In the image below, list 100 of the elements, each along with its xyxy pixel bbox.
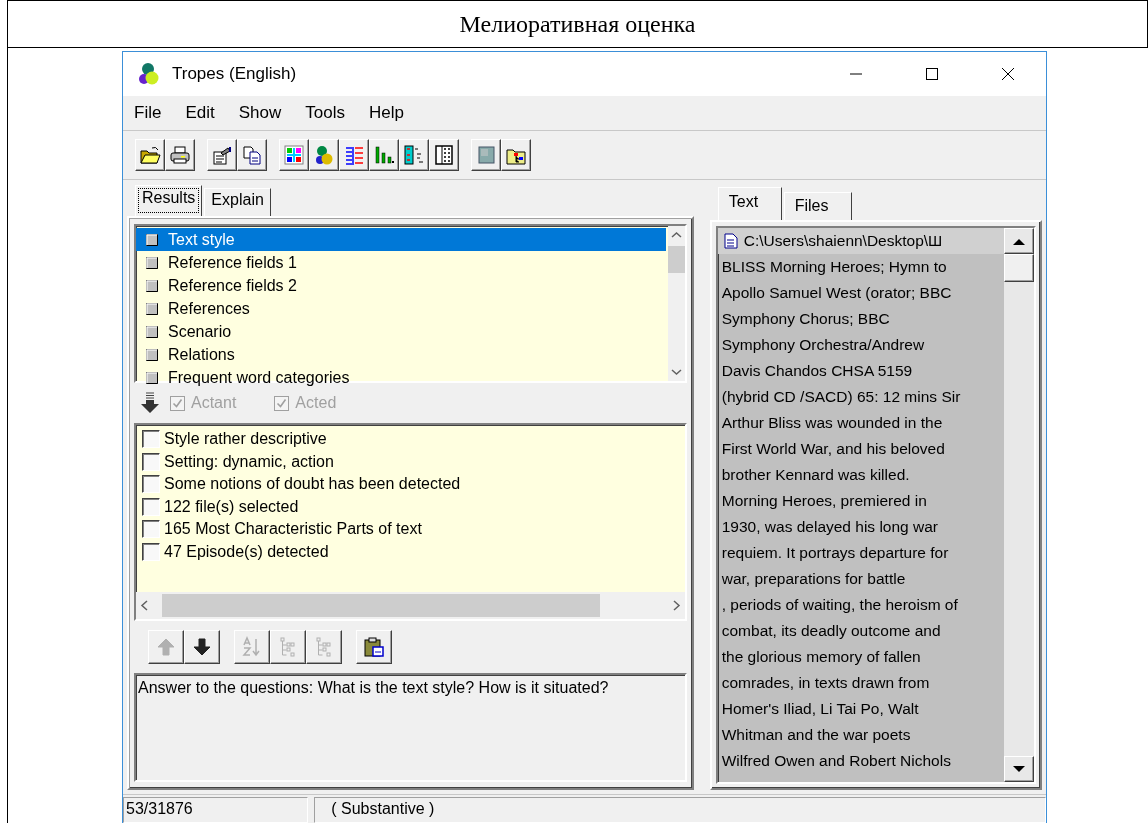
scroll-thumb[interactable] xyxy=(162,594,600,617)
text-line: requiem. It portrays departure for xyxy=(720,543,950,563)
table-icon xyxy=(433,144,455,166)
checkbox[interactable] xyxy=(142,452,160,471)
toolbar-button[interactable] xyxy=(429,139,459,171)
document-icon xyxy=(723,233,738,249)
tab[interactable]: Results xyxy=(135,185,203,216)
toolbar-button[interactable] xyxy=(309,139,339,171)
text-line: First World War, and his beloved xyxy=(720,439,946,459)
toolbar-button[interactable] xyxy=(207,139,237,171)
vertical-scrollbar[interactable] xyxy=(1004,228,1034,782)
checkbox[interactable] xyxy=(142,475,160,494)
tab[interactable]: Explain xyxy=(204,188,271,216)
file-path: C:\Users\shaienn\Desktop\Ш xyxy=(743,231,943,251)
text-line: (hybrid CD /SACD) 65: 12 mins Sir xyxy=(720,387,962,407)
category-item[interactable]: Text style xyxy=(136,228,666,251)
check-icon xyxy=(276,397,288,409)
text-line: Apollo Samuel West (orator; BBC xyxy=(720,283,953,303)
text-line: Davis Chandos CHSA 5159 xyxy=(720,361,914,381)
menu-item[interactable]: Edit xyxy=(177,103,223,123)
result-text: Style rather descriptive xyxy=(164,430,327,449)
category-item[interactable]: Scenario xyxy=(136,320,666,343)
result-text: 47 Episode(s) detected xyxy=(164,542,329,561)
menu-item[interactable]: Tools xyxy=(297,103,353,123)
maximize-icon xyxy=(925,67,939,81)
category-item[interactable]: Relations xyxy=(136,343,666,366)
checkbox-label: Acted xyxy=(295,394,337,412)
close-icon xyxy=(1001,67,1015,81)
square-icon xyxy=(146,302,158,315)
text-line: war, preparations for battle xyxy=(720,569,907,589)
toolbar-button[interactable] xyxy=(135,139,165,171)
square-icon xyxy=(146,233,158,246)
checkbox-label: Actant xyxy=(191,394,237,412)
toolbar-button[interactable] xyxy=(399,139,429,171)
down-arrow-icon xyxy=(140,392,160,414)
document-heading: Мелиоративная оценка xyxy=(7,0,1148,48)
window-title: Tropes (English) xyxy=(172,64,297,84)
scroll-thumb[interactable] xyxy=(667,246,685,273)
checkbox[interactable] xyxy=(142,430,160,449)
clipboard-icon xyxy=(363,636,385,658)
explanation-text: Answer to the questions: What is the text style? How is it situated? xyxy=(134,673,687,782)
text-line: Whitman and the war poets xyxy=(720,725,912,745)
horizontal-scrollbar[interactable] xyxy=(136,592,685,619)
bar-chart-icon xyxy=(373,144,395,166)
toolbar-button[interactable] xyxy=(165,139,195,171)
up-arrow-icon xyxy=(155,636,177,658)
status-field: 53/31876 xyxy=(123,797,309,823)
status-field: ( Substantive ) xyxy=(314,797,1046,823)
down-arrow-icon xyxy=(191,636,213,658)
text-line: BLISS Morning Heroes; Hymn to xyxy=(720,257,948,277)
menu-item[interactable]: Show xyxy=(230,103,290,123)
checkbox[interactable] xyxy=(142,497,160,516)
down-triangle-icon xyxy=(1013,765,1025,773)
text-line: , periods of waiting, the heroism of xyxy=(720,595,959,615)
square-icon xyxy=(146,279,158,292)
branch-icon xyxy=(343,144,365,166)
category-item[interactable]: Frequent word categories xyxy=(136,366,666,389)
category-item[interactable]: Reference fields 1 xyxy=(136,251,666,274)
spheres-icon xyxy=(313,144,335,166)
scale-icon xyxy=(403,144,425,166)
text-line: Arthur Bliss was wounded in the xyxy=(720,413,944,433)
text-line: comrades, in texts drawn from xyxy=(720,673,931,693)
toolbar-button[interactable] xyxy=(501,139,531,171)
text-line: combat, its deadly outcome and xyxy=(720,621,942,641)
tool-button[interactable] xyxy=(184,630,220,664)
check-icon xyxy=(172,397,183,409)
toolbar-button[interactable] xyxy=(471,139,501,171)
square-icon xyxy=(146,256,158,269)
square-icon xyxy=(146,348,158,361)
menu-item[interactable]: Help xyxy=(360,103,412,123)
text-line: Morning Heroes, premiered in xyxy=(720,491,928,511)
text-line: brother Kennard was killed. xyxy=(720,465,911,485)
up-triangle-icon xyxy=(1013,237,1025,245)
tool-button[interactable] xyxy=(356,630,392,664)
text-line: Wilfred Owen and Robert Nichols xyxy=(720,751,952,771)
checkbox[interactable] xyxy=(142,542,160,561)
scroll-thumb[interactable] xyxy=(1004,254,1034,282)
grid-icon xyxy=(283,144,305,166)
toolbar-button[interactable] xyxy=(339,139,369,171)
result-text: 165 Most Characteristic Parts of text xyxy=(164,520,422,539)
result-text: 122 file(s) selected xyxy=(164,497,299,516)
tab[interactable]: Text xyxy=(717,187,782,220)
vertical-scrollbar[interactable] xyxy=(667,226,685,381)
result-text: Setting: dynamic, action xyxy=(164,452,334,471)
category-item[interactable]: References xyxy=(136,297,666,320)
printer-icon xyxy=(169,144,191,166)
category-item[interactable]: Reference fields 2 xyxy=(136,274,666,297)
menu-item[interactable]: File xyxy=(126,103,170,123)
square-icon xyxy=(475,144,497,166)
checkbox[interactable] xyxy=(142,520,160,539)
form-icon xyxy=(211,144,233,166)
toolbar-button[interactable] xyxy=(369,139,399,171)
text-line: Symphony Orchestra/Andrew xyxy=(720,335,926,355)
toolbar-button[interactable] xyxy=(279,139,309,171)
folder-icon xyxy=(139,144,161,166)
result-text: Some notions of doubt has been detected xyxy=(164,475,461,494)
toolbar-button[interactable] xyxy=(237,139,267,171)
text-line: Symphony Chorus; BBC xyxy=(720,309,891,329)
tab[interactable]: Files xyxy=(783,192,852,220)
text-line: Homer's Iliad, Li Tai Po, Walt xyxy=(720,699,920,719)
